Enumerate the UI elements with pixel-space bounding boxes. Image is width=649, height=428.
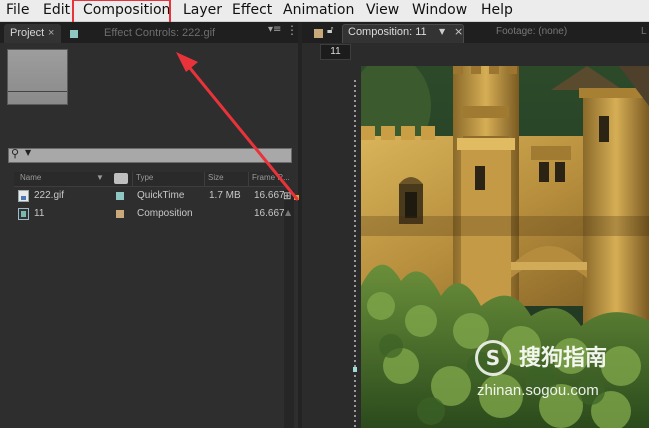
label-tag-icon[interactable] xyxy=(114,173,128,184)
column-header: Name ▼ Type Size Frame R... xyxy=(14,172,290,187)
project-item-row[interactable]: 11 Composition 16.667 xyxy=(14,206,285,223)
search-input[interactable]: ⚲ ▼ xyxy=(8,147,292,163)
item-frame-rate: 16.667 xyxy=(254,190,285,201)
sogou-logo-icon: S xyxy=(475,340,511,376)
item-type: QuickTime xyxy=(137,190,185,201)
tab-footage[interactable]: Footage: (none) xyxy=(496,26,567,37)
composition-icon xyxy=(18,208,29,220)
composition-panel-tabs: 🔓︎ Composition: 11 ▼ × Footage: (none) L xyxy=(302,22,649,43)
menu-composition[interactable]: Composition xyxy=(83,0,170,22)
menu-file[interactable]: File xyxy=(6,0,29,22)
menu-layer[interactable]: Layer xyxy=(183,0,222,22)
tab-composition[interactable]: Composition: 11 ▼ × xyxy=(342,24,464,43)
tab-effect-controls-label: Effect Controls: 222.gif xyxy=(104,27,216,39)
column-frame-rate[interactable]: Frame R... xyxy=(252,173,290,182)
watermark-url: zhinan.sogou.com xyxy=(477,382,599,399)
menu-help[interactable]: Help xyxy=(481,0,513,22)
column-divider xyxy=(132,172,133,187)
tab-layer[interactable]: L xyxy=(641,26,647,37)
menu-edit[interactable]: Edit xyxy=(43,0,70,22)
item-frame-rate: 16.667 xyxy=(254,208,285,219)
column-divider xyxy=(204,172,205,187)
label-color-swatch[interactable] xyxy=(116,192,124,200)
gif-file-icon xyxy=(18,190,29,202)
watermark: S 搜狗指南 zhinan.sogou.com xyxy=(471,338,631,408)
item-size: 1.7 MB xyxy=(209,190,241,201)
label-color-swatch xyxy=(314,29,323,38)
chevron-down-icon[interactable]: ▼ xyxy=(25,148,31,157)
sort-icon[interactable]: ▼ xyxy=(96,173,104,182)
panel-divider-icon[interactable]: ⋮ xyxy=(286,23,298,37)
menu-effect[interactable]: Effect xyxy=(232,0,272,22)
tab-project[interactable]: Project × xyxy=(4,24,61,43)
item-name: 11 xyxy=(34,208,45,219)
column-size[interactable]: Size xyxy=(208,173,224,182)
column-type[interactable]: Type xyxy=(136,173,153,182)
close-icon[interactable]: × xyxy=(454,25,463,38)
lock-icon[interactable]: 🔓︎ xyxy=(327,25,333,36)
panel-menu-icon[interactable]: ▾≡ xyxy=(268,24,281,35)
menu-view[interactable]: View xyxy=(366,0,399,22)
column-name[interactable]: Name xyxy=(20,173,41,182)
project-panel: Project × Effect Controls: 222.gif ▾≡ ⋮ … xyxy=(0,22,299,428)
label-color-swatch[interactable] xyxy=(116,210,124,218)
project-item-row[interactable]: 222.gif QuickTime 1.7 MB 16.667 xyxy=(14,188,285,205)
flowchart-icon[interactable]: ⊞ xyxy=(283,191,291,202)
close-icon[interactable]: × xyxy=(48,24,54,42)
tab-effect-controls[interactable]: Effect Controls: 222.gif xyxy=(66,24,215,43)
column-divider xyxy=(248,172,249,187)
chevron-down-icon[interactable]: ▼ xyxy=(439,27,445,36)
menu-bar: File Edit Composition Layer Effect Anima… xyxy=(0,0,649,27)
menu-animation[interactable]: Animation xyxy=(283,0,354,22)
tab-composition-label: Composition: 11 xyxy=(348,26,427,38)
watermark-title: 搜狗指南 xyxy=(519,346,608,371)
scrollbar[interactable]: ▲ xyxy=(284,190,294,428)
thumbnail-divider xyxy=(8,91,67,92)
search-icon: ⚲ xyxy=(11,147,20,160)
item-type: Composition xyxy=(137,208,193,219)
ruler-handle[interactable] xyxy=(353,367,357,372)
project-panel-tabs: Project × Effect Controls: 222.gif ▾≡ ⋮ xyxy=(0,22,298,43)
vertical-ruler xyxy=(354,80,356,428)
footage-thumbnail xyxy=(7,49,68,105)
menu-window[interactable]: Window xyxy=(412,0,467,22)
flowchart-badge xyxy=(294,195,299,200)
composition-name-chip[interactable]: 11 xyxy=(320,44,351,60)
label-color-swatch xyxy=(70,30,78,38)
item-name: 222.gif xyxy=(34,190,65,201)
tab-project-label: Project xyxy=(10,27,45,39)
scroll-up-icon[interactable]: ▲ xyxy=(285,208,291,217)
